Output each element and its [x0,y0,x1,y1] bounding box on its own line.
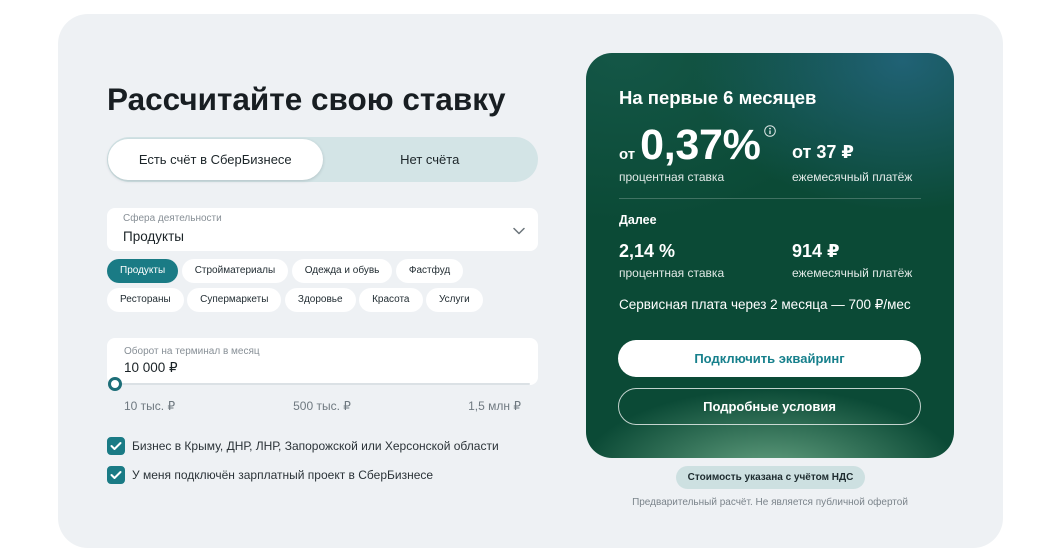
slider-thumb[interactable] [108,377,122,391]
result-divider [619,198,921,199]
vat-badge: Стоимость указана с учётом НДС [676,466,865,489]
activity-select-label: Сфера деятельности [123,213,222,224]
checkbox-salary-project[interactable] [107,466,125,484]
first-rate-value: 0,37% [640,121,761,169]
later-rate-value: 2,14 % [619,241,676,261]
slider-track[interactable] [115,383,530,385]
slider-scale-min: 10 тыс. ₽ [124,399,176,413]
chip-services[interactable]: Услуги [426,288,483,312]
toggle-option-has-account[interactable]: Есть счёт в СберБизнесе [108,139,323,180]
later-heading: Далее [619,213,657,227]
later-payment-value: 914 ₽ [792,241,840,261]
first-payment-value: от 37 ₽ [792,142,854,162]
page: Рассчитайте свою ставку Есть счёт в Сбер… [0,0,1061,556]
check-icon [110,442,122,450]
chip-clothing-shoes[interactable]: Одежда и обувь [291,259,393,283]
chip-products[interactable]: Продукты [107,259,179,283]
service-fee: Сервисная плата через 2 месяца — 700 ₽/м… [619,297,911,312]
page-title: Рассчитайте свою ставку [107,81,506,117]
account-toggle: Есть счёт в СберБизнесе Нет счёта [107,137,538,182]
checkbox-crimea[interactable] [107,437,125,455]
first-payment-caption: ежемесячный платёж [792,170,913,184]
checkbox-label-crimea: Бизнес в Крыму, ДНР, ЛНР, Запорожской ил… [132,439,499,453]
first-rate: от 0,37% [619,123,761,177]
turnover-value[interactable]: 10 000 ₽ [124,360,178,376]
chip-beauty[interactable]: Красота [359,288,423,312]
checkbox-label-salary-project: У меня подключён зарплатный проект в Сбе… [132,468,434,482]
checkbox-row-salary-project[interactable]: У меня подключён зарплатный проект в Сбе… [107,466,433,484]
later-payment-caption: ежемесячный платёж [792,266,913,280]
slider-scale-max: 1,5 млн ₽ [468,399,521,413]
activity-select[interactable]: Сфера деятельности Продукты [107,208,538,251]
chip-health[interactable]: Здоровье [284,288,356,312]
turnover-slider[interactable] [108,376,530,392]
checkbox-row-crimea[interactable]: Бизнес в Крыму, ДНР, ЛНР, Запорожской ил… [107,437,499,455]
activity-chips-row-1: Продукты Стройматериалы Одежда и обувь Ф… [107,259,464,283]
connect-acquiring-button[interactable]: Подключить эквайринг [618,340,921,377]
turnover-label: Оборот на терминал в месяц [124,346,260,357]
toggle-option-no-account[interactable]: Нет счёта [323,139,538,180]
activity-chips-row-2: Рестораны Супермаркеты Здоровье Красота … [107,288,483,312]
result-heading: На первые 6 месяцев [619,87,817,108]
later-rate-caption: процентная ставка [619,266,725,280]
activity-select-value: Продукты [123,229,184,244]
disclaimer: Предварительный расчёт. Не является публ… [632,497,908,508]
chevron-down-icon[interactable] [513,227,525,235]
info-icon[interactable] [764,125,776,137]
chip-building-materials[interactable]: Стройматериалы [181,259,289,283]
check-icon [110,471,122,479]
chip-restaurants[interactable]: Рестораны [107,288,184,312]
chip-fastfood[interactable]: Фастфуд [395,259,464,283]
first-rate-caption: процентная ставка [619,170,725,184]
result-card: На первые 6 месяцев от 0,37% процентная … [586,53,954,458]
detailed-terms-button[interactable]: Подробные условия [618,388,921,425]
chip-supermarkets[interactable]: Супермаркеты [187,288,282,312]
